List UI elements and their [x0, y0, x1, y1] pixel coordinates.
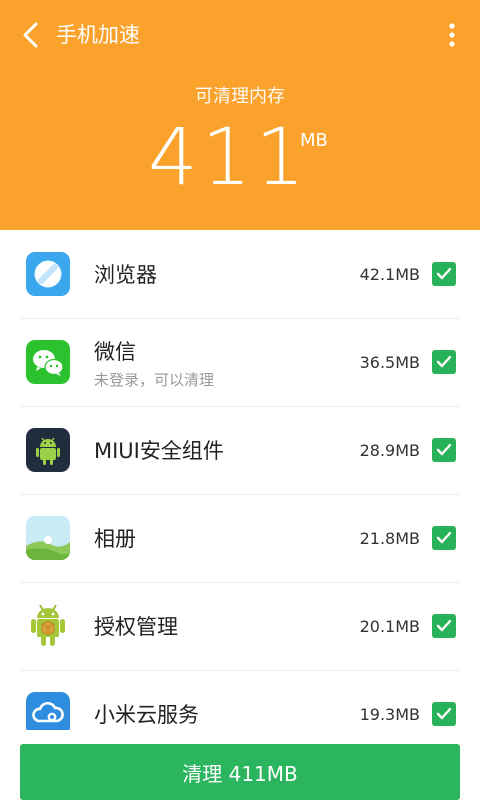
browser-icon — [26, 252, 70, 296]
checkbox[interactable] — [432, 262, 456, 286]
app-name: 浏览器 — [94, 263, 157, 287]
list-item[interactable]: 小米云服务 19.3MB — [20, 670, 460, 730]
more-vertical-icon — [449, 23, 455, 47]
app-size: 28.9MB — [359, 441, 420, 460]
app-name: 相册 — [94, 527, 136, 551]
checkmark-icon — [436, 267, 452, 280]
app-name: 微信 — [94, 340, 136, 364]
cloud-icon — [26, 692, 70, 730]
memory-unit: MB — [300, 130, 328, 151]
checkmark-icon — [436, 707, 452, 720]
header: 手机加速 可清理内存 411 MB — [0, 0, 480, 230]
checkbox[interactable] — [432, 438, 456, 462]
chevron-left-icon — [23, 22, 38, 48]
checkbox[interactable] — [432, 614, 456, 638]
android-package-icon — [26, 602, 70, 650]
checkmark-icon — [436, 531, 452, 544]
app-list: 浏览器 42.1MB 微信 未登录，可以清理 36.5MB MIUI安全组件 2… — [0, 230, 480, 730]
wechat-icon — [26, 340, 70, 384]
gallery-icon — [26, 516, 70, 560]
clean-button[interactable]: 清理 411MB — [20, 744, 460, 800]
checkbox[interactable] — [432, 702, 456, 726]
app-size: 36.5MB — [359, 353, 420, 372]
app-size: 42.1MB — [359, 265, 420, 284]
app-status: 未登录，可以清理 — [94, 371, 215, 389]
app-name: MIUI安全组件 — [94, 439, 224, 463]
back-button[interactable] — [20, 18, 42, 52]
page-title: 手机加速 — [56, 23, 140, 47]
app-name: 授权管理 — [94, 615, 178, 639]
android-security-icon — [26, 428, 70, 472]
more-options-button[interactable] — [444, 20, 460, 50]
checkmark-icon — [436, 355, 452, 368]
checkbox[interactable] — [432, 350, 456, 374]
memory-value: 411 — [148, 113, 309, 203]
checkmark-icon — [436, 443, 452, 456]
list-item[interactable]: 相册 21.8MB — [20, 494, 460, 583]
checkmark-icon — [436, 619, 452, 632]
list-item[interactable]: 授权管理 20.1MB — [20, 582, 460, 671]
app-size: 20.1MB — [359, 617, 420, 636]
app-size: 21.8MB — [359, 529, 420, 548]
checkbox[interactable] — [432, 526, 456, 550]
list-item[interactable]: 微信 未登录，可以清理 36.5MB — [20, 318, 460, 407]
app-size: 19.3MB — [359, 705, 420, 724]
list-item[interactable]: 浏览器 42.1MB — [20, 230, 460, 319]
app-name: 小米云服务 — [94, 703, 199, 727]
memory-label: 可清理内存 — [195, 86, 285, 107]
list-item[interactable]: MIUI安全组件 28.9MB — [20, 406, 460, 495]
